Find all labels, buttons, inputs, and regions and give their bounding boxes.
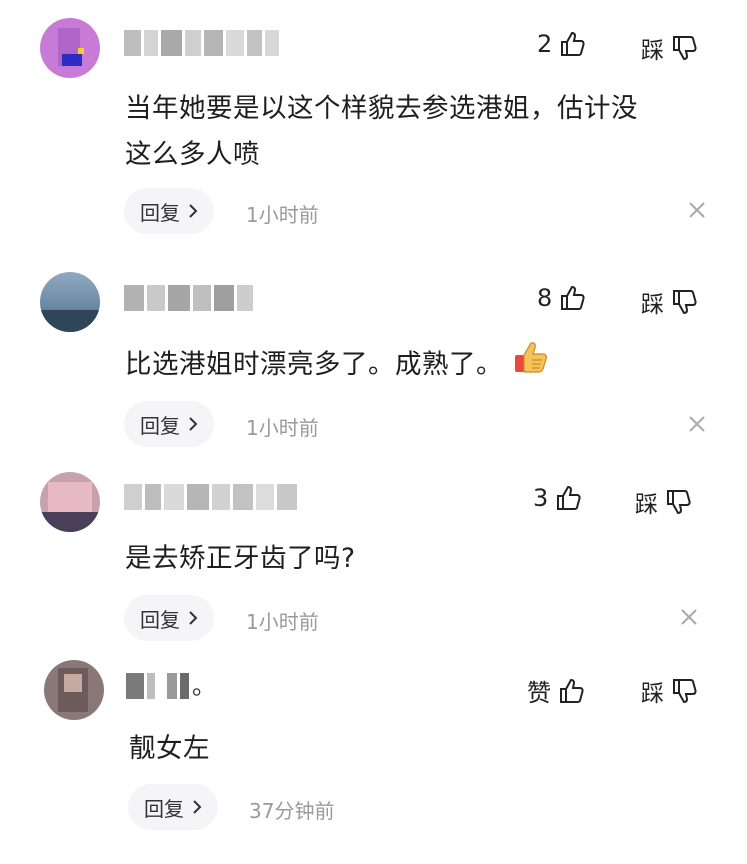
comment-text-line: 靓女左 bbox=[129, 733, 210, 764]
avatar[interactable] bbox=[44, 660, 104, 720]
reply-button[interactable]: 回复 bbox=[128, 784, 218, 830]
dislike-button[interactable]: 踩 bbox=[641, 674, 698, 708]
thumbs-down-icon bbox=[670, 677, 698, 705]
username-blurred[interactable]: 。 bbox=[126, 673, 216, 699]
username-suffix: 。 bbox=[192, 672, 216, 700]
like-button[interactable]: 赞 bbox=[527, 673, 585, 708]
chevron-right-icon bbox=[192, 799, 202, 815]
like-label: 赞 bbox=[527, 679, 551, 707]
comment-4: 。 赞 踩 靓女左 回复 37分钟前 bbox=[0, 0, 747, 864]
dislike-label: 踩 bbox=[641, 681, 664, 707]
reply-label: 回复 bbox=[144, 796, 184, 821]
comment-text: 靓女左 bbox=[129, 726, 729, 772]
thumbs-up-icon bbox=[557, 677, 585, 705]
timestamp: 37分钟前 bbox=[249, 799, 335, 823]
